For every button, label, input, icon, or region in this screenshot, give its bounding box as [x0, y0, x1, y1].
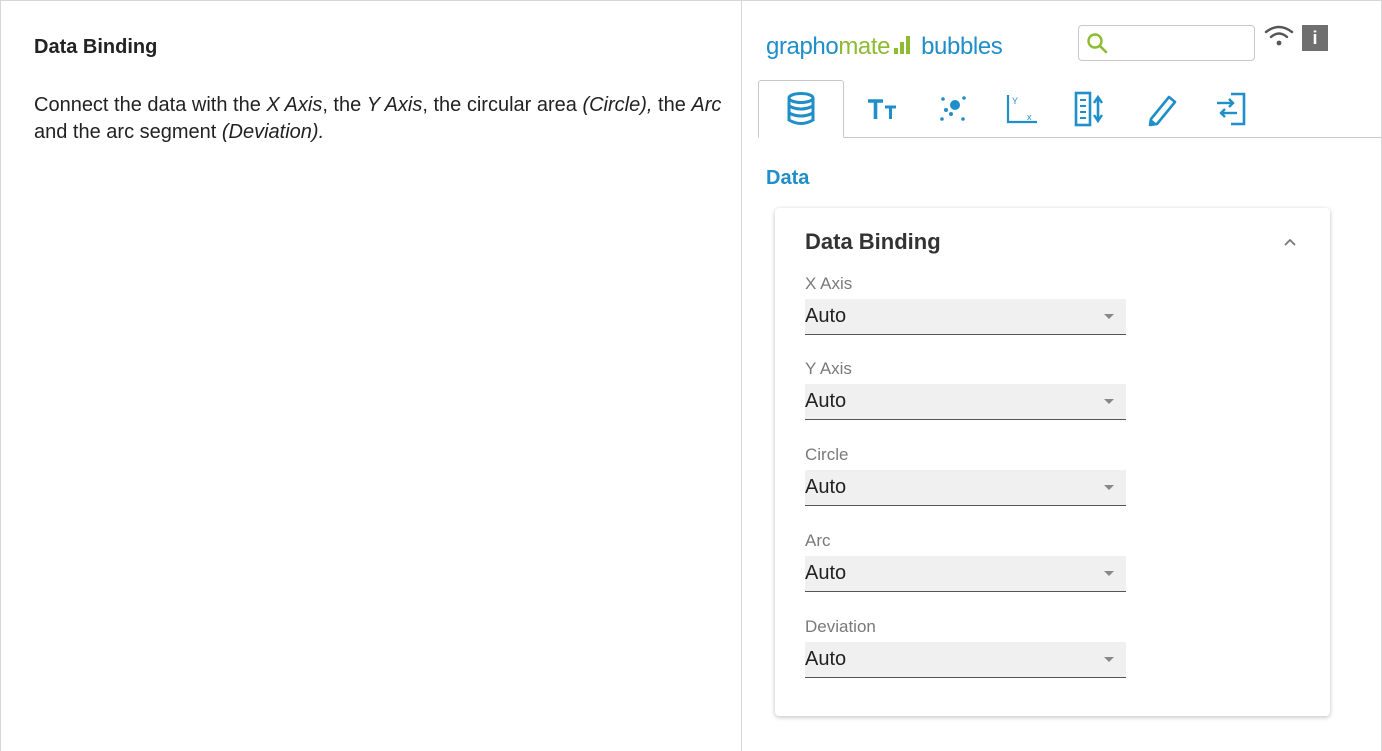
desc-circle: (Circle),: [582, 94, 653, 116]
field-label: Deviation: [805, 617, 876, 636]
desc-text-1: Connect the data with the: [34, 94, 267, 116]
field-y-axis: Y Axis Auto: [805, 358, 1126, 420]
x-axis-select[interactable]: Auto: [805, 299, 1126, 335]
field-arc: Arc Auto: [805, 530, 1126, 592]
caret-down-icon: [1104, 485, 1114, 490]
search-box[interactable]: [1078, 25, 1255, 61]
database-icon: [787, 92, 815, 125]
tab-export[interactable]: [1198, 80, 1264, 138]
caret-down-icon: [1104, 399, 1114, 404]
description-column: Data Binding Connect the data with the X…: [0, 0, 741, 751]
description-title: Data Binding: [34, 36, 158, 58]
brand-part-mate: mate: [838, 33, 891, 60]
brand-logo: graphomate bubbles: [766, 33, 1003, 60]
field-circle: Circle Auto: [805, 444, 1126, 506]
desc-text-4: the: [652, 94, 692, 116]
tab-bar: Y x: [742, 80, 1381, 138]
export-icon: [1217, 92, 1246, 126]
desc-text-5: and the arc segment: [34, 121, 222, 143]
tab-sort[interactable]: [1056, 80, 1122, 138]
field-label: Circle: [805, 445, 849, 464]
tab-text[interactable]: [850, 80, 916, 138]
desc-text-3: , the circular area: [422, 94, 583, 116]
tab-data[interactable]: [758, 80, 844, 138]
y-axis-select[interactable]: Auto: [805, 384, 1126, 420]
caret-down-icon: [1104, 314, 1114, 319]
tab-bubbles[interactable]: [920, 80, 986, 138]
card-title: Data Binding: [805, 229, 941, 254]
pencil-icon: [1148, 95, 1177, 127]
svg-text:x: x: [1027, 112, 1032, 122]
field-x-axis: X Axis Auto: [805, 273, 1126, 335]
brand-part-grapho: grapho: [766, 33, 839, 60]
sort-icon: [1074, 91, 1103, 127]
select-value: Auto: [805, 562, 847, 584]
tab-axis[interactable]: Y x: [988, 80, 1054, 138]
text-size-icon: [868, 99, 896, 119]
select-value: Auto: [805, 390, 847, 412]
circle-select[interactable]: Auto: [805, 470, 1126, 506]
description-text: Connect the data with the X Axis, the Y …: [34, 92, 724, 146]
caret-down-icon: [1104, 657, 1114, 662]
select-value: Auto: [805, 305, 847, 327]
caret-down-icon: [1104, 571, 1114, 576]
search-icon: [1087, 33, 1108, 54]
desc-x-axis: X Axis: [266, 94, 323, 116]
scatter-dots-icon: [940, 96, 966, 121]
select-value: Auto: [805, 476, 847, 498]
info-icon[interactable]: i: [1302, 25, 1328, 51]
field-label: X Axis: [805, 274, 853, 293]
desc-arc: Arc: [691, 94, 722, 116]
section-title-data: Data: [766, 167, 810, 189]
settings-panel: graphomate bubbles i Y x Data Data Bindi…: [742, 0, 1381, 751]
wifi-icon[interactable]: [1264, 24, 1294, 48]
deviation-select[interactable]: Auto: [805, 642, 1126, 678]
field-label: Arc: [805, 531, 831, 550]
search-input[interactable]: [1113, 30, 1253, 58]
axis-icon: Y x: [1006, 95, 1037, 124]
data-binding-card: Data Binding X Axis Auto Y Axis Auto Cir…: [775, 208, 1330, 716]
desc-text-2: , the: [322, 94, 367, 116]
chevron-up-icon[interactable]: [1280, 232, 1300, 252]
field-deviation: Deviation Auto: [805, 616, 1126, 678]
svg-text:Y: Y: [1012, 96, 1018, 106]
arc-select[interactable]: Auto: [805, 556, 1126, 592]
field-label: Y Axis: [805, 359, 852, 378]
desc-deviation: (Deviation).: [221, 121, 325, 143]
brand-bars-icon: [894, 34, 912, 60]
desc-y-axis: Y Axis: [366, 94, 423, 116]
tab-style[interactable]: [1128, 80, 1194, 138]
select-value: Auto: [805, 648, 847, 670]
brand-part-bubbles: bubbles: [921, 33, 1003, 60]
